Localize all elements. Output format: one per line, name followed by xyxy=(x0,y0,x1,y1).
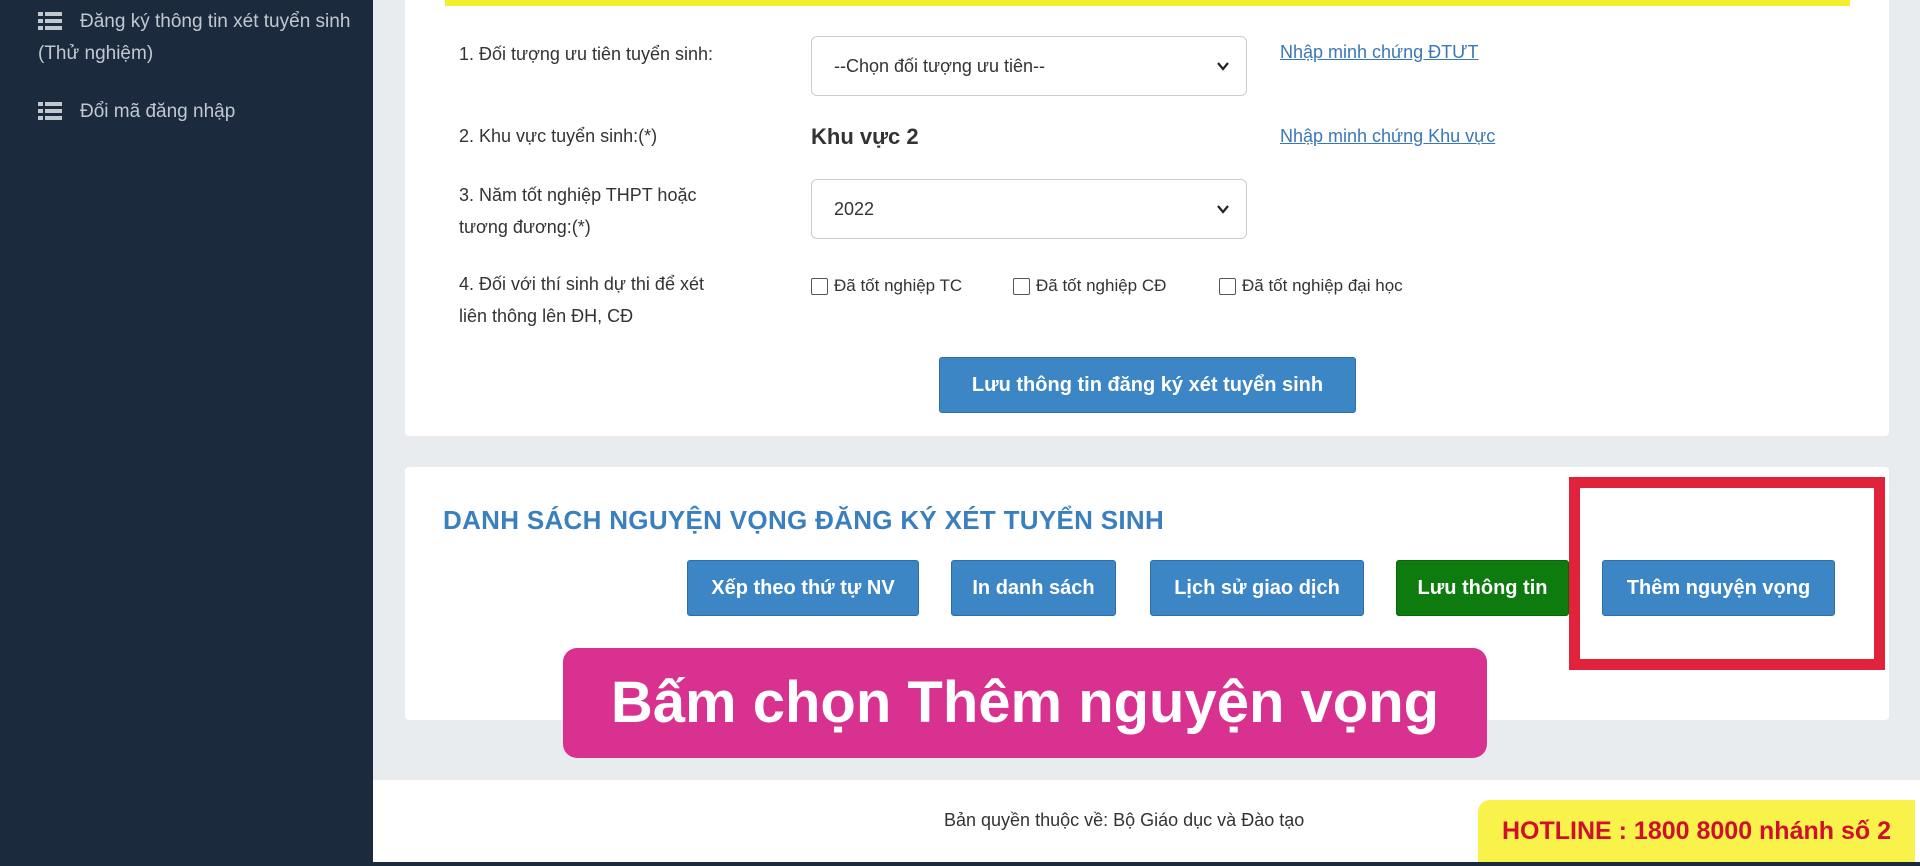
graduation-year-label-line1: 3. Năm tốt nghiệp THPT hoặc xyxy=(459,185,697,205)
chevron-down-icon xyxy=(1217,62,1229,71)
checkbox-dh-label: Đã tốt nghiệp đại học xyxy=(1242,276,1403,295)
graduation-year-select[interactable]: 2022 xyxy=(811,179,1247,239)
priority-select-value: --Chọn đối tượng ưu tiên-- xyxy=(834,56,1045,76)
bottom-edge xyxy=(0,862,1920,866)
area-evidence-link[interactable]: Nhập minh chứng Khu vực xyxy=(1280,126,1495,147)
transaction-history-button[interactable]: Lịch sử giao dịch xyxy=(1150,560,1364,616)
sidebar-item-registration[interactable]: Đăng ký thông tin xét tuyển sinh (Thử ng… xyxy=(38,6,358,70)
list-icon xyxy=(38,100,62,120)
priority-select[interactable]: --Chọn đối tượng ưu tiên-- xyxy=(811,36,1247,96)
area-label: 2. Khu vực tuyển sinh:(*) xyxy=(459,126,658,146)
sidebar-item-label: Đổi mã đăng nhập xyxy=(80,101,236,122)
print-list-button[interactable]: In danh sách xyxy=(951,560,1116,616)
transfer-label: 4. Đối với thí sinh dự thi để xét liên t… xyxy=(459,268,704,332)
area-value: Khu vực 2 xyxy=(811,124,919,149)
highlight-box xyxy=(1569,477,1885,670)
hotline-badge: HOTLINE : 1800 8000 nhánh số 2 xyxy=(1478,800,1915,862)
graduation-year-label: 3. Năm tốt nghiệp THPT hoặc tương đương:… xyxy=(459,179,696,243)
checkbox-box[interactable] xyxy=(811,277,828,295)
save-info-button[interactable]: Lưu thông tin xyxy=(1396,560,1569,616)
graduation-year-value: 2022 xyxy=(834,199,875,219)
checkbox-dh[interactable]: Đã tốt nghiệp đại học xyxy=(1219,276,1403,296)
sidebar: Đăng ký thông tin xét tuyển sinh (Thử ng… xyxy=(0,0,373,866)
transfer-label-line1: 4. Đối với thí sinh dự thi để xét xyxy=(459,274,704,294)
sidebar-item-change-password[interactable]: Đổi mã đăng nhập xyxy=(38,96,235,128)
transfer-label-line2: liên thông lên ĐH, CĐ xyxy=(459,306,634,326)
sort-by-order-button[interactable]: Xếp theo thứ tự NV xyxy=(687,560,919,616)
chevron-down-icon xyxy=(1217,205,1229,214)
checkbox-tc-label: Đã tốt nghiệp TC xyxy=(834,276,963,295)
checkbox-cd[interactable]: Đã tốt nghiệp CĐ xyxy=(1013,276,1166,296)
instruction-banner: Bấm chọn Thêm nguyện vọng xyxy=(563,648,1487,758)
priority-label: 1. Đối tượng ưu tiên tuyển sinh: xyxy=(459,44,714,64)
checkbox-box[interactable] xyxy=(1219,277,1236,295)
save-registration-button[interactable]: Lưu thông tin đăng ký xét tuyển sinh xyxy=(939,357,1356,413)
checkbox-cd-label: Đã tốt nghiệp CĐ xyxy=(1036,276,1167,295)
notice-banner-strip xyxy=(445,0,1850,6)
copyright-text: Bản quyền thuộc về: Bộ Giáo dục và Đào t… xyxy=(944,810,1305,830)
list-icon xyxy=(38,10,62,30)
priority-evidence-link[interactable]: Nhập minh chứng ĐTƯT xyxy=(1280,42,1479,63)
graduation-year-label-line2: tương đương:(*) xyxy=(459,217,591,237)
wish-list-title: DANH SÁCH NGUYỆN VỌNG ĐĂNG KÝ XÉT TUYỂN … xyxy=(443,505,1165,535)
checkbox-tc[interactable]: Đã tốt nghiệp TC xyxy=(811,276,962,296)
sidebar-item-label: Đăng ký thông tin xét tuyển sinh (Thử ng… xyxy=(38,11,351,64)
checkbox-box[interactable] xyxy=(1013,277,1030,295)
